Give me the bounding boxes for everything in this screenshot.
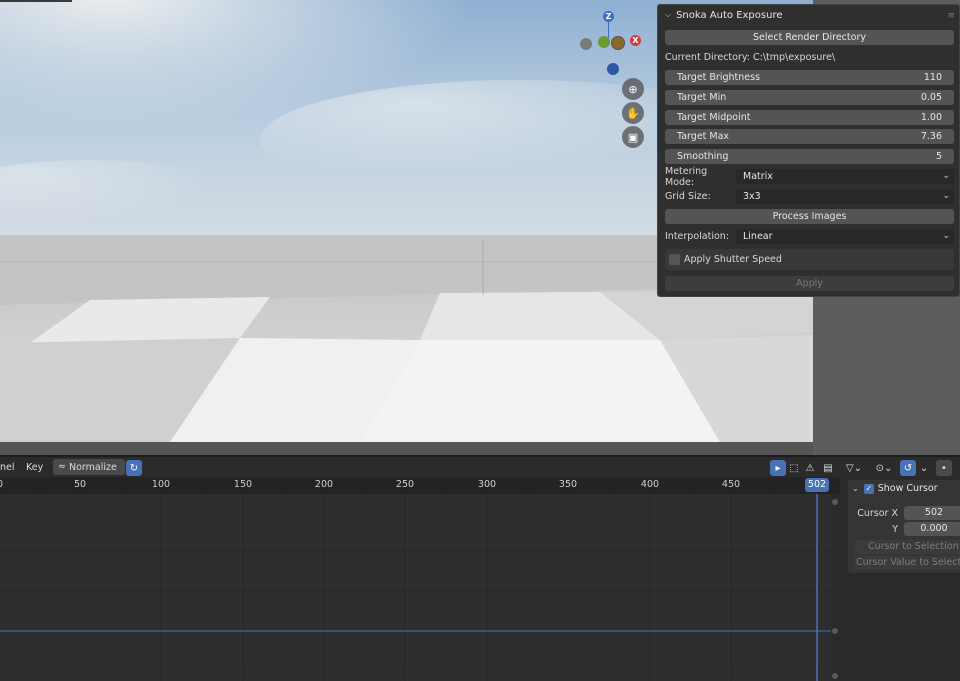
ruler-tick: 450	[721, 479, 741, 490]
show-cursor-checkbox[interactable]: ✓	[863, 483, 874, 494]
field-label: Smoothing	[677, 151, 729, 162]
grid-size-row: Grid Size: 3x3 ⌄	[665, 189, 954, 204]
normalize-button[interactable]: ≈ Normalize	[53, 459, 125, 475]
view-icon[interactable]: ▤	[820, 460, 836, 476]
key-menu[interactable]: Key	[26, 460, 43, 476]
auto-normalize-icon[interactable]: ↻	[126, 460, 142, 476]
show-cursor-row[interactable]: ⌄ ✓ Show Cursor	[852, 483, 938, 494]
snoka-auto-exposure-panel: ⌵ Snoka Auto Exposure ≡ Select Render Di…	[657, 4, 960, 297]
grid-size-label: Grid Size:	[665, 191, 711, 202]
channel-menu[interactable]: nel	[0, 460, 15, 476]
field-label: Target Min	[677, 92, 727, 103]
cursor-x-field[interactable]: 502	[904, 506, 960, 520]
cursor-x-label: Cursor X	[857, 508, 898, 519]
pivot-icon[interactable]: ⊙⌄	[873, 460, 895, 476]
field-value: 110	[923, 72, 942, 83]
gizmo-z-axis[interactable]: Z	[603, 11, 614, 22]
field-label: Target Max	[677, 131, 730, 142]
grid-size-dropdown[interactable]: 3x3 ⌄	[736, 189, 954, 204]
ruler-tick: 100	[151, 479, 171, 490]
apply-shutter-speed-checkbox[interactable]	[669, 254, 680, 265]
chevron-down-icon[interactable]: ⌄	[852, 484, 859, 493]
target-max-field[interactable]: Target Max 7.36	[665, 129, 954, 144]
grid-size-value: 3x3	[743, 191, 761, 202]
snap-dropdown-icon[interactable]: ⌄	[916, 460, 932, 476]
chevron-down-icon[interactable]: ⌵	[665, 10, 671, 20]
chevron-down-icon: ⌄	[942, 191, 950, 201]
panel-title: Snoka Auto Exposure	[676, 9, 783, 21]
gizmo-x-axis[interactable]: X	[630, 35, 641, 46]
gizmo-x-neg-axis[interactable]	[580, 38, 592, 50]
chevron-down-icon: ⌄	[942, 171, 950, 181]
ruler-tick: 300	[477, 479, 497, 490]
snap-icon[interactable]: ↺	[900, 460, 916, 476]
ruler-tick: 150	[233, 479, 253, 490]
gizmo-z-line	[608, 22, 609, 38]
filter-icon[interactable]: ▽⌄	[843, 460, 865, 476]
gizmo-y-axis[interactable]	[598, 36, 610, 48]
interpolation-dropdown[interactable]: Linear ⌄	[736, 229, 954, 244]
zoom-icon[interactable]: ⊕	[622, 78, 644, 100]
apply-shutter-speed-label: Apply Shutter Speed	[684, 254, 782, 265]
metering-mode-dropdown[interactable]: Matrix ⌄	[736, 169, 954, 184]
show-cursor-label: Show Cursor	[877, 483, 938, 494]
interpolation-row: Interpolation: Linear ⌄	[665, 229, 954, 244]
cursor-value-to-selection-button[interactable]: Cursor Value to Selection	[854, 556, 960, 570]
drag-handle-icon[interactable]: ≡	[947, 11, 954, 21]
cursor-y-field[interactable]: 0.000	[904, 522, 960, 536]
view-panel: ⌄ ✓ Show Cursor Cursor X 502 Y 0.000 Cur…	[848, 480, 960, 573]
ruler-tick: 200	[314, 479, 334, 490]
field-label: Target Midpoint	[677, 112, 751, 123]
graph-grid	[0, 494, 840, 681]
field-value: 7.36	[920, 131, 942, 142]
pan-hand-icon[interactable]: ✋	[622, 102, 644, 124]
metering-mode-value: Matrix	[743, 171, 773, 182]
cursor-to-selection-button[interactable]: Cursor to Selection	[854, 540, 960, 554]
field-value: 5	[935, 151, 942, 162]
normalize-label: Normalize	[69, 461, 117, 473]
target-min-field[interactable]: Target Min 0.05	[665, 90, 954, 105]
ruler-tick: 50	[73, 479, 87, 490]
graph-area[interactable]	[0, 494, 840, 681]
chevron-down-icon: ⌄	[942, 231, 950, 241]
metering-mode-row: Metering Mode: Matrix ⌄	[665, 166, 954, 188]
select-cursor-icon[interactable]: ▸	[770, 460, 786, 476]
ruler-tick: 0	[0, 479, 3, 490]
panel-header[interactable]: ⌵ Snoka Auto Exposure	[658, 5, 959, 25]
warning-icon[interactable]: ⚠	[802, 460, 818, 476]
box-select-icon[interactable]: ⬚	[786, 460, 802, 476]
ruler-tick: 400	[640, 479, 660, 490]
select-render-directory-button[interactable]: Select Render Directory	[665, 30, 954, 45]
graph-sidebar: ⌄ ✓ Show Cursor Cursor X 502 Y 0.000 Cur…	[840, 477, 960, 681]
gizmo-center	[611, 36, 625, 50]
ruler-tick: 250	[395, 479, 415, 490]
current-directory-label: Current Directory: C:\tmp\exposure\	[665, 52, 836, 63]
ruler-tick: 350	[558, 479, 578, 490]
process-images-button[interactable]: Process Images	[665, 209, 954, 224]
target-midpoint-field[interactable]: Target Midpoint 1.00	[665, 110, 954, 125]
graph-editor-header: nel Key ≈ Normalize ↻ ▸ ⬚ ⚠ ▤ ▽⌄ ⊙⌄ ↺ ⌄ …	[0, 455, 960, 477]
field-label: Target Brightness	[677, 72, 761, 83]
field-value: 1.00	[920, 112, 942, 123]
frame-ruler[interactable]: 0 50 100 150 200 250 300 350 400 450 502	[0, 477, 840, 494]
apply-button[interactable]: Apply	[665, 276, 954, 291]
interpolation-value: Linear	[743, 231, 773, 242]
3d-viewport[interactable]: Z X ⊕ ✋ ▣ ⌵ Snoka Auto Exposure ≡ Select…	[0, 0, 960, 455]
target-brightness-field[interactable]: Target Brightness 110	[665, 70, 954, 85]
cursor-y-label: Y	[892, 524, 898, 535]
gizmo-z-neg-axis[interactable]	[607, 63, 619, 75]
proportional-icon[interactable]: •	[936, 460, 952, 476]
current-frame-badge[interactable]: 502	[805, 478, 829, 492]
smoothing-field[interactable]: Smoothing 5	[665, 149, 954, 164]
graph-editor: nel Key ≈ Normalize ↻ ▸ ⬚ ⚠ ▤ ▽⌄ ⊙⌄ ↺ ⌄ …	[0, 455, 960, 681]
metering-mode-label: Metering Mode:	[665, 165, 708, 188]
field-value: 0.05	[920, 92, 942, 103]
normalize-icon: ≈	[58, 462, 66, 472]
camera-icon[interactable]: ▣	[622, 126, 644, 148]
interpolation-label: Interpolation:	[665, 231, 729, 242]
apply-shutter-speed-row[interactable]: Apply Shutter Speed	[665, 249, 954, 270]
